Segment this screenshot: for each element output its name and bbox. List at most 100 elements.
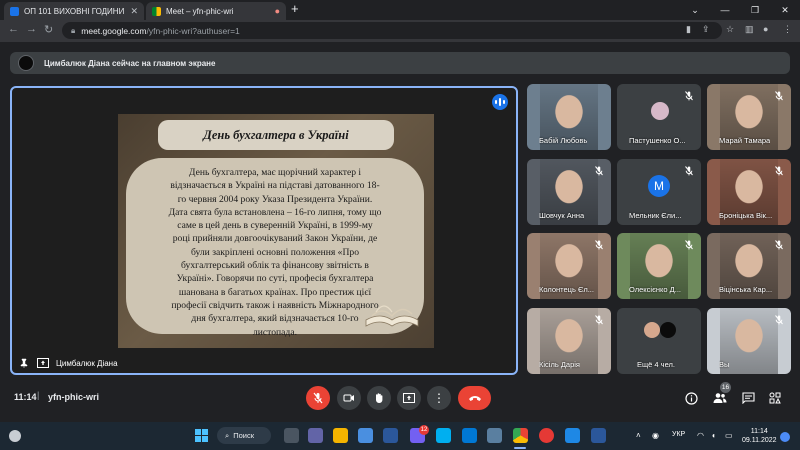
forward-icon[interactable]: →: [26, 23, 37, 35]
participant-name: Ещё 4 чел.: [637, 360, 675, 369]
chat-button[interactable]: [740, 390, 756, 406]
present-screen-icon[interactable]: [37, 357, 49, 369]
menu-kebab-icon[interactable]: ⋮: [783, 24, 792, 35]
slide-text-line: були закріплені основні положення «Про: [190, 246, 360, 258]
photos-icon[interactable]: [487, 428, 502, 443]
slide-text-line: саме в цей день в суверенній Україні, в …: [177, 220, 373, 232]
participant-tile[interactable]: Віцінська Кар...: [707, 233, 791, 299]
mic-off-icon: [593, 313, 605, 325]
people-button[interactable]: [712, 390, 728, 406]
volume-icon[interactable]: ◖: [711, 431, 716, 440]
edge-store-icon[interactable]: [358, 428, 373, 443]
presenter-banner-text: Цимбалюк Діана сейчас на главном экране: [44, 58, 216, 68]
participant-tile[interactable]: Броніцька Вік...: [707, 159, 791, 225]
slide-text-line: відзначається в Україні на підставі дато…: [170, 180, 380, 192]
classroom-favicon-icon: [10, 6, 19, 16]
word-icon[interactable]: [591, 428, 606, 443]
reload-icon[interactable]: ↻: [44, 23, 53, 36]
participant-name: Олексієнко Д...: [629, 285, 681, 294]
participant-tile[interactable]: Пастушенко О...: [617, 84, 701, 150]
tab-label: ОП 101 ВИХОВНІ ГОДИНИ: [24, 6, 125, 16]
language-indicator[interactable]: УКР: [672, 431, 685, 438]
participant-name: Шовчук Анна: [539, 211, 585, 220]
start-button[interactable]: [195, 429, 208, 442]
tab-search-icon[interactable]: ⌄: [680, 0, 710, 20]
share-icon[interactable]: ⇪: [702, 24, 710, 35]
weather-icon[interactable]: [9, 430, 21, 442]
store-icon[interactable]: [462, 428, 477, 443]
presentation-stage[interactable]: День бухгалтера в Україні День бухгалтер…: [10, 86, 518, 375]
participant-tile[interactable]: M Мельник Єли...: [617, 159, 701, 225]
participant-tile[interactable]: Олексієнко Д...: [617, 233, 701, 299]
participant-tile[interactable]: Колонтець Єл...: [527, 233, 611, 299]
slide-text-line: День бухгалтера, має щорічний характер і: [188, 167, 362, 178]
tab-op101[interactable]: ОП 101 ВИХОВНІ ГОДИНИ ✕: [4, 2, 144, 20]
tray-app-icon[interactable]: ◉: [652, 431, 659, 440]
taskbar-clock[interactable]: 11:14 09.11.2022: [742, 427, 777, 445]
more-options-button[interactable]: ⋮: [427, 386, 451, 410]
browser-toolbar: ← → ↻ 🔒︎ meet.google.com/yfn-phic-wri?au…: [0, 20, 800, 42]
raise-hand-button[interactable]: [367, 386, 391, 410]
teams-icon[interactable]: [308, 428, 323, 443]
close-icon[interactable]: ✕: [130, 6, 138, 17]
participant-name: Марай Тамара: [719, 136, 771, 145]
activities-button[interactable]: [767, 390, 783, 406]
lock-icon: 🔒︎: [71, 25, 76, 35]
camera-indicator-icon[interactable]: ▮: [686, 24, 691, 35]
avatar: [660, 322, 676, 338]
recorder-icon[interactable]: [539, 428, 554, 443]
address-bar[interactable]: 🔒︎ meet.google.com/yfn-phic-wri?authuser…: [62, 22, 722, 39]
close-window-icon[interactable]: ✕: [770, 0, 800, 20]
mic-off-icon: [773, 313, 785, 325]
edge-icon[interactable]: [565, 428, 580, 443]
mail-icon[interactable]: [383, 428, 398, 443]
camera-toggle-button[interactable]: [337, 386, 361, 410]
participant-name: Мельник Єли...: [629, 211, 682, 220]
meeting-info-button[interactable]: [683, 390, 699, 406]
slide-text-line: го червня 2004 року Указа Президента Укр…: [177, 193, 373, 205]
close-icon[interactable]: ●: [275, 6, 280, 16]
mic-toggle-button[interactable]: [306, 386, 330, 410]
minimize-icon[interactable]: —: [710, 0, 740, 20]
mic-off-icon: [773, 164, 785, 176]
maximize-icon[interactable]: ❐: [740, 0, 770, 20]
profile-avatar[interactable]: ●: [763, 24, 768, 34]
participant-tile[interactable]: Ещё 4 чел.: [617, 308, 701, 374]
new-tab-button[interactable]: +: [291, 1, 299, 16]
skype-icon[interactable]: [436, 428, 451, 443]
task-view-icon[interactable]: [284, 428, 299, 443]
tab-meet[interactable]: Meet – yfn-phic-wri ●: [146, 2, 286, 20]
mic-off-icon: [773, 238, 785, 250]
tray-chevron-icon[interactable]: ˄: [636, 431, 641, 440]
wifi-icon[interactable]: ◠: [697, 431, 704, 440]
pin-icon[interactable]: [18, 357, 30, 369]
mic-off-icon: [683, 164, 695, 176]
browser-tab-strip: ОП 101 ВИХОВНІ ГОДИНИ ✕ Meet – yfn-phic-…: [0, 0, 800, 20]
mic-off-icon: [773, 89, 785, 101]
notification-center-icon[interactable]: [780, 432, 790, 442]
participant-tile[interactable]: Марай Тамара: [707, 84, 791, 150]
end-call-button[interactable]: [458, 386, 491, 410]
activities-icon: [769, 392, 781, 404]
participant-tile[interactable]: Вы: [707, 308, 791, 374]
tab-label: Meet – yfn-phic-wri: [166, 6, 234, 16]
clock-time: 11:14: [750, 428, 768, 435]
slide: День бухгалтера в Україні День бухгалтер…: [118, 114, 434, 348]
divider: |: [37, 390, 40, 400]
file-explorer-icon[interactable]: [333, 428, 348, 443]
star-icon[interactable]: ☆: [726, 24, 734, 35]
avatar: [644, 322, 660, 338]
present-now-button[interactable]: [397, 386, 421, 410]
participant-tile[interactable]: Шовчук Анна: [527, 159, 611, 225]
mic-off-icon: [683, 238, 695, 250]
chrome-icon[interactable]: [513, 428, 528, 443]
participant-tile[interactable]: Бабій Любовь: [527, 84, 611, 150]
taskbar-search[interactable]: ⌕ Поиск: [217, 427, 271, 444]
participant-name: Кісіль Дарія: [539, 360, 580, 369]
participant-tile[interactable]: Кісіль Дарія: [527, 308, 611, 374]
back-icon[interactable]: ←: [8, 23, 19, 35]
hang-up-icon: [468, 396, 481, 401]
sidebar-icon[interactable]: ▥: [745, 24, 754, 35]
battery-icon[interactable]: ▭: [725, 431, 733, 440]
slide-text-line: Дата свята була встановлена – 16-го липн…: [168, 206, 382, 218]
